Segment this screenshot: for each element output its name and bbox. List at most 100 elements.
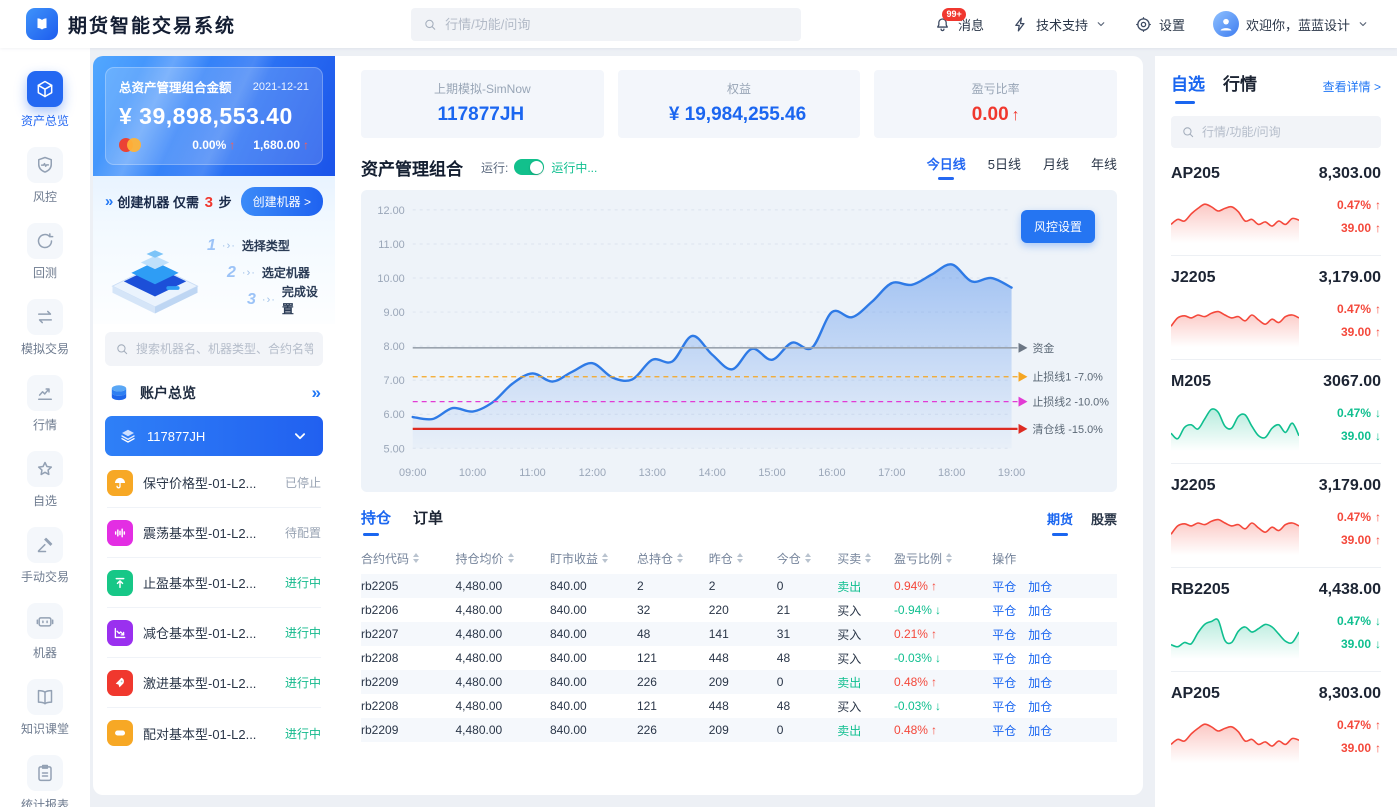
- svg-text:11:00: 11:00: [519, 467, 546, 479]
- add-position-link[interactable]: 加仓: [1028, 578, 1052, 595]
- sidebar-item-label: 风控: [33, 188, 57, 205]
- sidebar-item[interactable]: 统计报表: [0, 746, 90, 807]
- close-position-link[interactable]: 平仓: [992, 698, 1016, 715]
- column-header[interactable]: 操作: [992, 550, 1117, 567]
- robot-search-input[interactable]: [136, 342, 313, 356]
- svg-text:17:00: 17:00: [878, 467, 905, 479]
- close-position-link[interactable]: 平仓: [992, 650, 1016, 667]
- change-block: 0.47%↑ 39.00↑: [1337, 510, 1381, 547]
- robot-status: 进行中: [285, 725, 321, 742]
- svg-text:18:00: 18:00: [938, 467, 965, 479]
- column-header[interactable]: 买卖: [837, 550, 894, 567]
- account-id: 117877JH: [147, 429, 205, 444]
- sidebar-item[interactable]: 回测: [0, 214, 90, 290]
- column-header[interactable]: 昨仓: [709, 550, 777, 567]
- period-tab[interactable]: 今日线: [927, 154, 966, 180]
- market-tab[interactable]: 期货: [1047, 509, 1073, 536]
- global-search[interactable]: [411, 8, 801, 41]
- total-position: 226: [637, 675, 709, 689]
- robot-list-item[interactable]: 止盈基本型-01-L2... 进行中: [107, 558, 321, 608]
- user-menu[interactable]: 欢迎你，蓝蓝设计: [1213, 11, 1369, 37]
- brand[interactable]: 期货智能交易系统: [0, 8, 236, 40]
- watchlist-search-input[interactable]: [1202, 125, 1371, 139]
- add-position-link[interactable]: 加仓: [1028, 674, 1052, 691]
- watchlist-tab[interactable]: 自选: [1171, 70, 1205, 104]
- close-position-link[interactable]: 平仓: [992, 578, 1016, 595]
- column-header[interactable]: 盯市收益: [550, 550, 637, 567]
- trend-arrow-icon: ↓: [1375, 406, 1381, 420]
- position-row: rb2205 4,480.00 840.00 2 2 0 卖出 0.94%↑: [361, 574, 1117, 598]
- account-overview[interactable]: 账户总览 »: [93, 374, 335, 412]
- close-position-link[interactable]: 平仓: [992, 602, 1016, 619]
- total-position: 121: [637, 651, 709, 665]
- period-tab[interactable]: 年线: [1091, 154, 1117, 180]
- market-tab[interactable]: 股票: [1091, 509, 1117, 536]
- close-position-link[interactable]: 平仓: [992, 722, 1016, 739]
- pnl-ratio: 0.21%↑: [894, 627, 992, 641]
- column-header[interactable]: 盈亏比例: [894, 550, 992, 567]
- price: 3,179.00: [1319, 477, 1381, 495]
- sidebar-item[interactable]: 知识课堂: [0, 670, 90, 746]
- watchlist-search[interactable]: [1171, 116, 1381, 148]
- view-details-link[interactable]: 查看详情 >: [1323, 78, 1381, 104]
- account-select-button[interactable]: 117877JH: [105, 416, 323, 456]
- trend-arrow-icon: ↑: [931, 627, 937, 641]
- robot-list-item[interactable]: 震荡基本型-01-L2... 待配置: [107, 508, 321, 558]
- robot-search[interactable]: [105, 332, 323, 366]
- sidebar-icon: [35, 535, 55, 555]
- svg-text:9.00: 9.00: [383, 307, 404, 319]
- messages-button[interactable]: 99+ 消息: [934, 15, 984, 34]
- robot-list-item[interactable]: 激进基本型-01-L2... 进行中: [107, 658, 321, 708]
- period-tab[interactable]: 5日线: [988, 154, 1021, 180]
- left-panel: 总资产管理组合金额 2021-12-21 ¥ 39,898,553.40 0.0…: [93, 56, 335, 795]
- positions-tab[interactable]: 持仓: [361, 507, 391, 536]
- robot-list-item[interactable]: 配对基本型-01-L2... 进行中: [107, 708, 321, 758]
- run-toggle[interactable]: [514, 159, 544, 175]
- sparkline-chart: [1171, 397, 1299, 451]
- create-robot-button[interactable]: 创建机器 >: [241, 187, 323, 216]
- column-header[interactable]: 合约代码: [361, 550, 456, 567]
- contract-code: rb2206: [361, 603, 456, 617]
- watchlist-item[interactable]: AP205 8,303.00 0.47%↑ 39.00↑: [1171, 152, 1381, 256]
- watchlist-item[interactable]: J2205 3,179.00 0.47%↑ 39.00↑: [1171, 464, 1381, 568]
- column-header[interactable]: 持仓均价: [456, 550, 551, 567]
- close-position-link[interactable]: 平仓: [992, 626, 1016, 643]
- watchlist-tab[interactable]: 行情: [1223, 70, 1257, 104]
- add-position-link[interactable]: 加仓: [1028, 698, 1052, 715]
- position-row: rb2209 4,480.00 840.00 226 209 0 卖出 0.48…: [361, 718, 1117, 742]
- mtm-profit: 840.00: [550, 699, 637, 713]
- side: 买入: [837, 602, 894, 619]
- robot-list-item[interactable]: 减仓基本型-01-L2... 进行中: [107, 608, 321, 658]
- sidebar-item[interactable]: 机器: [0, 594, 90, 670]
- sidebar-item[interactable]: 手动交易: [0, 518, 90, 594]
- watchlist-item[interactable]: J2205 3,179.00 0.47%↑ 39.00↑: [1171, 256, 1381, 360]
- dotted-arrow-icon: ·›·: [242, 267, 256, 279]
- watchlist-item[interactable]: AP205 8,303.00 0.47%↑ 39.00↑: [1171, 672, 1381, 775]
- add-position-link[interactable]: 加仓: [1028, 626, 1052, 643]
- positions-tab[interactable]: 订单: [413, 507, 443, 536]
- sidebar-item[interactable]: 风控: [0, 138, 90, 214]
- global-search-input[interactable]: [445, 17, 789, 32]
- risk-settings-button[interactable]: 风控设置: [1021, 210, 1095, 243]
- settings-button[interactable]: 设置: [1135, 15, 1185, 34]
- sidebar-item[interactable]: 模拟交易: [0, 290, 90, 366]
- sidebar-item[interactable]: 资产总览: [0, 62, 90, 138]
- close-position-link[interactable]: 平仓: [992, 674, 1016, 691]
- watchlist-item[interactable]: RB2205 4,438.00 0.47%↓ 39.00↓: [1171, 568, 1381, 672]
- support-menu[interactable]: 技术支持: [1012, 15, 1107, 34]
- add-position-link[interactable]: 加仓: [1028, 602, 1052, 619]
- add-position-link[interactable]: 加仓: [1028, 722, 1052, 739]
- sidebar-item[interactable]: 自选: [0, 442, 90, 518]
- watchlist-item[interactable]: M205 3067.00 0.47%↓ 39.00↓: [1171, 360, 1381, 464]
- period-tab[interactable]: 月线: [1043, 154, 1069, 180]
- robot-name: 配对基本型-01-L2...: [143, 724, 275, 743]
- add-position-link[interactable]: 加仓: [1028, 650, 1052, 667]
- svg-text:12.00: 12.00: [377, 205, 404, 217]
- column-header[interactable]: 今仓: [777, 550, 837, 567]
- robot-list-item[interactable]: 保守价格型-01-L2... 已停止: [107, 458, 321, 508]
- side: 买入: [837, 626, 894, 643]
- column-header[interactable]: 总持仓: [637, 550, 709, 567]
- sparkline-chart: [1171, 293, 1299, 347]
- value-change: 39.00↑: [1341, 221, 1381, 235]
- sidebar-item[interactable]: 行情: [0, 366, 90, 442]
